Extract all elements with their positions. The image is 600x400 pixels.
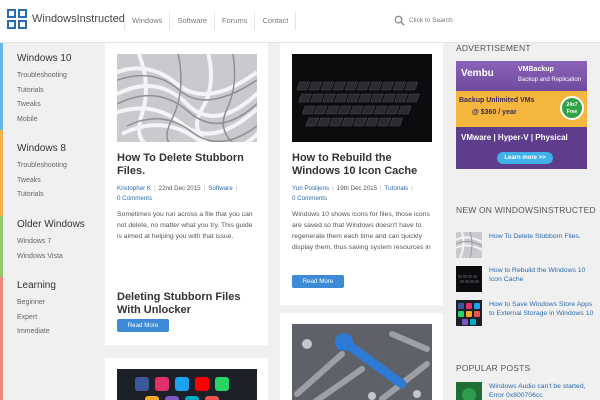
post-comments[interactable]: 0 Comments (117, 195, 152, 202)
post-author[interactable]: Yuri Poslijens (292, 185, 329, 192)
search-input[interactable] (409, 17, 479, 24)
post-meta: Yuri Poslijens | 19th Dec 2015 | Tutorials | 0… (292, 185, 413, 202)
post-category[interactable]: Tutorials (385, 185, 409, 192)
new-post-title[interactable]: How to Rebuild the Windows 10 Icon Cache (489, 266, 594, 284)
keyboard-image (292, 54, 432, 142)
search-icon[interactable] (394, 15, 405, 26)
popular-posts-label: POPULAR POSTS (456, 363, 531, 373)
ad-product: VMBackup (518, 66, 554, 73)
nav-contact[interactable]: Contact (254, 12, 297, 30)
post-category[interactable]: Software (208, 185, 232, 192)
new-on-label: NEW ON WINDOWSINSTRUCTED (456, 205, 596, 215)
category-title[interactable]: Windows 10 (17, 53, 71, 64)
category-sidebar: Windows 10 Troubleshooting Tutorials Twe… (0, 43, 100, 400)
post-thumbnail-keyboard[interactable] (292, 54, 432, 142)
category-link[interactable]: Windows 7 (17, 238, 85, 253)
nav-forums[interactable]: Forums (214, 12, 254, 30)
post-card: How To Delete Stubborn Files. Kristopher… (105, 43, 268, 345)
post-card: How to Rebuild the Windows 10 Icon Cache… (280, 43, 443, 305)
category-windows-10: Windows 10 Troubleshooting Tutorials Twe… (17, 53, 71, 130)
post-author[interactable]: Kristopher K (117, 185, 151, 192)
category-link[interactable]: Expert (17, 314, 56, 329)
ad-brand: Vembu (461, 68, 494, 79)
vembu-advertisement[interactable]: Vembu VMBackup Backup and Replication Ba… (456, 61, 587, 169)
category-title[interactable]: Windows 8 (17, 143, 67, 154)
category-link[interactable]: Windows Vista (17, 253, 85, 268)
ad-support-badge: 24x7 Free (560, 96, 584, 120)
new-post-title[interactable]: How To Delete Stubborn Files. (489, 232, 594, 241)
ad-platforms: VMware | Hyper-V | Physical (461, 133, 568, 142)
read-more-button[interactable]: Read More (292, 275, 344, 288)
post-date: 19th Dec 2015 (336, 185, 378, 192)
post-meta: Kristopher K | 22nd Dec 2015 | Software | 0 Co… (117, 185, 238, 202)
ad-price: @ $360 / year (472, 109, 517, 116)
advertisement-label: ADVERTISEMENT (456, 43, 531, 53)
category-link[interactable]: Tutorials (17, 191, 67, 206)
post-title[interactable]: How To Delete Stubborn Files. (117, 152, 257, 178)
category-link[interactable]: Mobile (17, 116, 71, 131)
category-link[interactable]: Tweaks (17, 101, 71, 116)
category-color-bar (0, 130, 3, 216)
popular-post-thumbnail (456, 382, 482, 400)
nav-windows[interactable]: Windows (124, 12, 169, 30)
shredded-paper-image (117, 54, 257, 142)
new-post-thumbnail (456, 300, 482, 326)
category-link[interactable]: Tweaks (17, 177, 67, 192)
popular-post-item[interactable]: Windows Audio can't be started, Error 0x… (456, 382, 596, 400)
category-title[interactable]: Learning (17, 280, 56, 291)
read-more-button[interactable]: Read More (117, 319, 169, 332)
category-color-bar (0, 216, 3, 277)
post-card (280, 313, 443, 400)
ad-learn-more-button[interactable]: Learn more >> (497, 152, 553, 164)
category-windows-8: Windows 8 Troubleshooting Tweaks Tutoria… (17, 143, 67, 206)
category-learning: Learning Beginner Expert Immediate (17, 280, 56, 343)
tools-image (292, 324, 432, 400)
post-excerpt: Sometimes you run across a file that you… (117, 211, 253, 240)
nav-software[interactable]: Software (169, 12, 214, 30)
category-older-windows: Older Windows Windows 7 Windows Vista (17, 219, 85, 267)
post-thumbnail-phone-apps[interactable] (117, 369, 257, 400)
post-comments[interactable]: 0 Comments (292, 195, 327, 202)
post-date: 22nd Dec 2015 (158, 185, 201, 192)
ad-tagline: Backup and Replication (518, 77, 582, 83)
search-box (394, 15, 479, 26)
post-excerpt: Windows 10 shows icons for files, those … (292, 211, 431, 251)
popular-post-title[interactable]: Windows Audio can't be started, Error 0x… (489, 382, 594, 400)
new-post-item[interactable]: How to Save Windows Store Apps to Extern… (456, 300, 596, 330)
category-color-bar (0, 43, 3, 130)
site-title[interactable]: WindowsInstructed (32, 13, 125, 25)
new-post-title[interactable]: How to Save Windows Store Apps to Extern… (489, 300, 594, 318)
main-nav: Windows Software Forums Contact (124, 0, 297, 43)
category-title[interactable]: Older Windows (17, 219, 85, 230)
category-link[interactable]: Beginner (17, 299, 56, 314)
ad-headline: Backup Unlimited VMs (459, 97, 535, 104)
new-post-thumbnail (456, 266, 482, 292)
post-subtitle: Deleting Stubborn Files With Unlocker (117, 291, 241, 316)
site-header: WindowsInstructed Windows Software Forum… (0, 0, 600, 43)
new-post-item[interactable]: How To Delete Stubborn Files. (456, 232, 596, 262)
post-title[interactable]: How to Rebuild the Windows 10 Icon Cache (292, 152, 432, 178)
category-link[interactable]: Tutorials (17, 87, 71, 102)
new-post-thumbnail (456, 232, 482, 258)
phone-apps-image (117, 369, 257, 400)
windows-logo-icon[interactable] (7, 9, 27, 29)
category-color-bar (0, 277, 3, 400)
post-thumbnail-tools[interactable] (292, 324, 432, 400)
new-post-item[interactable]: How to Rebuild the Windows 10 Icon Cache (456, 266, 596, 296)
post-card (105, 358, 268, 400)
category-link[interactable]: Troubleshooting (17, 162, 67, 177)
category-link[interactable]: Troubleshooting (17, 72, 71, 87)
post-thumbnail-shredded-paper[interactable] (117, 54, 257, 142)
category-link[interactable]: Immediate (17, 328, 56, 343)
